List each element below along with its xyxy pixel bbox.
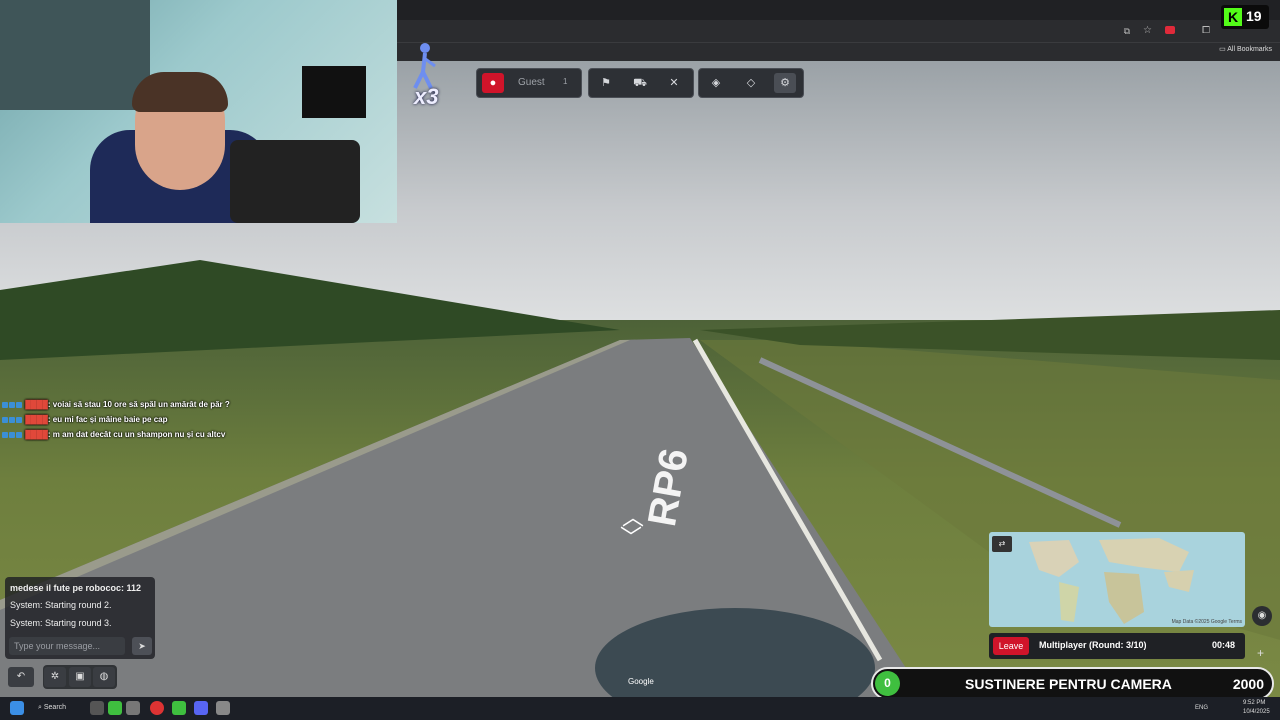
webcam-person-hair [132,72,228,112]
webcam-shelf [0,0,150,110]
multiplier-label: x3 [414,84,439,109]
controller-icon[interactable]: ▣ [69,667,91,687]
webcam-tv [302,66,366,118]
kick-viewer-badge: K 19 [1221,5,1269,29]
discord-icon[interactable] [194,701,208,715]
leave-button[interactable]: Leave [993,637,1029,655]
browser-address-bar[interactable]: ⧉ ☆ ⧠ [397,20,1280,42]
badge-icon [2,431,8,438]
player-icon[interactable]: ● [482,73,504,93]
chat-message: medese il fute pe robococ: 112 [10,583,142,593]
map-terms-link[interactable]: Terms [1228,619,1242,625]
stream-chat-line: ████: m am dat decât cu un shampon nu și… [2,430,225,439]
back-button[interactable]: ↶ [8,667,34,687]
windows-taskbar: ⌕ Search ENG 9:52 PM 10/4/2025 [0,697,1280,720]
round-timer: 00:48 [1211,640,1235,650]
game-chat-panel: medese il fute pe robococ: 112 System: S… [5,577,155,659]
badge-icon [9,431,15,438]
all-bookmarks-link[interactable]: ▭ All Bookmarks [1219,45,1272,53]
guest-count: 1 [563,77,568,86]
viewer-count: 19 [1246,8,1262,24]
bookmark-star-icon[interactable]: ☆ [1143,25,1152,36]
donation-goal-bar: 0 SUSTINERE PENTRU CAMERA 2000 [871,667,1274,700]
settings-toolbar: ◈ ◇ ⚙ [698,68,804,98]
clock-date[interactable]: 10/4/2025 [1243,709,1270,715]
send-icon[interactable]: ➤ [132,637,152,655]
tools-toolbar: ⚑ ⛟ ✕ [588,68,694,98]
round-info: Multiplayer (Round: 3/10) [1039,640,1147,650]
round-status-bar: Leave Multiplayer (Round: 3/10) 00:48 [989,633,1245,659]
chat-message: System: Starting round 3. [10,618,112,628]
map-attribution: Map Data ©2025 Google [1171,619,1227,625]
kick-logo-icon: K [1224,8,1242,26]
bug-icon[interactable]: ✲ [44,667,66,687]
compass-icon[interactable]: ✕ [663,73,685,93]
flag-icon[interactable]: ⚑ [595,73,617,93]
compass-icon[interactable]: ◉ [1252,606,1272,626]
chat-input[interactable]: Type your message... [9,637,125,655]
language-indicator[interactable]: ENG [1195,705,1208,711]
extensions-puzzle-icon[interactable]: ⧠ [1202,25,1210,36]
gear-icon[interactable]: ⚙ [774,73,796,93]
badge-icon [2,401,8,408]
reddit-icon[interactable]: ◍ [93,667,115,687]
chrome-icon[interactable] [150,701,164,715]
guest-label: Guest [518,77,545,88]
goal-current: 0 [875,671,900,696]
chat-message: System: Starting round 2. [10,600,112,610]
player-toolbar: ● Guest 1 [476,68,582,98]
layers-icon[interactable]: ◈ [705,73,727,93]
goal-title: SUSTINERE PENTRU CAMERA [965,676,1172,692]
goal-target: 2000 [1232,676,1264,692]
browser-tabstrip [397,0,1280,20]
car-icon[interactable]: ⛟ [629,73,651,93]
layers-alt-icon[interactable]: ◇ [740,73,762,93]
minimap[interactable]: ⇄ Map Data ©2025 Google Terms [989,532,1245,627]
bookmarks-bar [397,42,1280,61]
badge-icon [9,401,15,408]
badge-icon [16,416,22,423]
webcam-overlay [0,0,397,223]
game-actions-group: ✲ ▣ ◍ [43,665,117,689]
stream-chat-line: ████: voiai să stau 10 ore să spăl un am… [2,400,230,409]
app-icon[interactable] [108,701,122,715]
stream-chat-line: ████: eu mi fac și mâine baie pe cap [2,415,168,424]
expand-map-icon[interactable]: ⇄ [992,536,1012,552]
app-icon[interactable] [126,701,140,715]
plus-icon[interactable]: + [1257,646,1264,660]
task-view-icon[interactable] [90,701,104,715]
world-map [1029,538,1194,624]
app-icon[interactable] [172,701,186,715]
translate-icon[interactable]: ⧉ [1124,26,1130,37]
taskbar-search[interactable]: ⌕ Search [38,704,66,712]
extension-icon[interactable] [1165,26,1175,34]
clock-time[interactable]: 9:52 PM [1243,700,1265,706]
webcam-chair [230,140,360,223]
move-back-arrow-icon[interactable]: ﹀ [620,520,642,552]
badge-icon [16,431,22,438]
badge-icon [2,416,8,423]
settings-app-icon[interactable] [216,701,230,715]
windows-start-icon[interactable] [10,701,24,715]
badge-icon [9,416,15,423]
badge-icon [16,401,22,408]
google-watermark: Google [628,677,654,686]
